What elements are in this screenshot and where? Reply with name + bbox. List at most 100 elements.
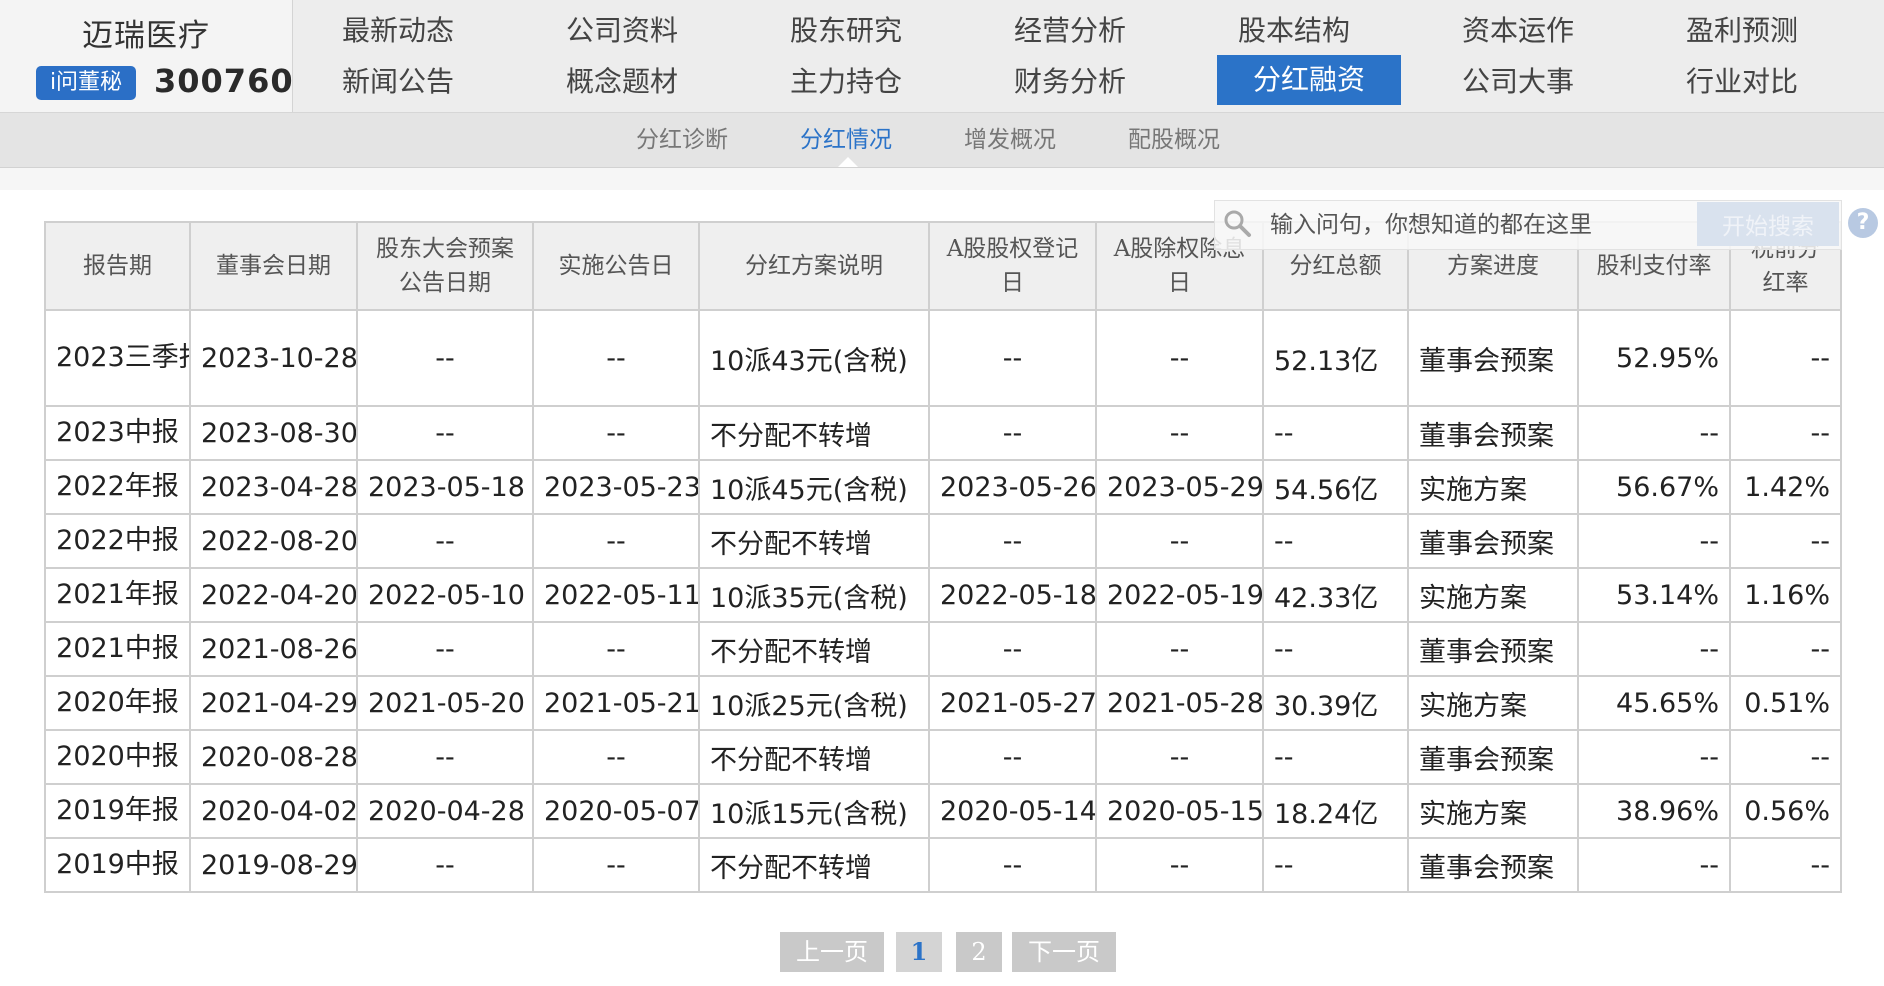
cell-payout-ratio: 53.14% (1577, 567, 1731, 623)
cell-payout-ratio: -- (1577, 405, 1731, 461)
cell-agm-date: 2022-05-10 (356, 567, 534, 623)
cell-plan-progress: 董事会预案 (1407, 621, 1579, 677)
cell-ex-dividend-date: 2022-05-19 (1095, 567, 1264, 623)
search-icon[interactable] (1222, 208, 1252, 238)
table-row: 2021中报 2021-08-26 -- -- 不分配不转增 -- -- -- 董事会预案 -- -… (44, 621, 1842, 677)
nav-item-financial-analysis[interactable]: 财务分析 (975, 57, 1165, 107)
cell-agm-date: 2020-04-28 (356, 783, 534, 839)
cell-plan-progress: 实施方案 (1407, 783, 1579, 839)
top-header: 迈瑞医疗 i问董秘 300760 最新动态 公司资料 股东研究 经营分析 股本结… (0, 0, 1884, 113)
nav-item-share-structure[interactable]: 股本结构 (1199, 6, 1389, 56)
sub-nav: 分红诊断 分红情况 增发概况 配股概况 (0, 113, 1884, 168)
cell-agm-date: -- (356, 837, 534, 893)
cell-total-dividend: 42.33亿 (1262, 567, 1409, 623)
cell-pretax-yield: -- (1729, 405, 1842, 461)
cell-implementation-date: 2021-05-21 (532, 675, 700, 731)
col-header-agm-date: 股东大会预案公告日期 (356, 221, 534, 311)
help-icon[interactable]: ? (1848, 208, 1878, 238)
cell-board-date: 2023-10-28 (189, 309, 358, 407)
cell-payout-ratio: -- (1577, 621, 1731, 677)
col-header-board-date: 董事会日期 (189, 221, 358, 311)
nav-item-main-holdings[interactable]: 主力持仓 (751, 57, 941, 107)
company-name[interactable]: 迈瑞医疗 (0, 10, 292, 55)
cell-dividend-plan: 10派35元(含税) (698, 567, 930, 623)
cell-plan-progress: 实施方案 (1407, 567, 1579, 623)
cell-report-period: 2023中报 (44, 405, 191, 461)
nav-item-concepts[interactable]: 概念题材 (527, 57, 717, 107)
cell-record-date: -- (928, 405, 1097, 461)
cell-agm-date: -- (356, 309, 534, 407)
cell-report-period: 2021年报 (44, 567, 191, 623)
table-row: 2022年报 2023-04-28 2023-05-18 2023-05-23 10派4… (44, 459, 1842, 515)
cell-total-dividend: -- (1262, 405, 1409, 461)
cell-record-date: -- (928, 729, 1097, 785)
table-row: 2022中报 2022-08-20 -- -- 不分配不转增 -- -- -- 董事会预案 -- -… (44, 513, 1842, 569)
cell-ex-dividend-date: -- (1095, 405, 1264, 461)
cell-ex-dividend-date: 2020-05-15 (1095, 783, 1264, 839)
cell-payout-ratio: 56.67% (1577, 459, 1731, 515)
search-button[interactable]: 开始搜索 (1697, 202, 1839, 246)
cell-record-date: -- (928, 309, 1097, 407)
cell-ex-dividend-date: -- (1095, 513, 1264, 569)
cell-record-date: -- (928, 621, 1097, 677)
cell-board-date: 2021-04-29 (189, 675, 358, 731)
cell-record-date: 2023-05-26 (928, 459, 1097, 515)
nav-item-capital-operation[interactable]: 资本运作 (1423, 6, 1613, 56)
page-1-button[interactable]: 1 (896, 932, 942, 972)
page-2-button[interactable]: 2 (956, 932, 1002, 972)
cell-total-dividend: 54.56亿 (1262, 459, 1409, 515)
cell-report-period: 2022年报 (44, 459, 191, 515)
cell-total-dividend: -- (1262, 729, 1409, 785)
table-row: 2020年报 2021-04-29 2021-05-20 2021-05-21 10派2… (44, 675, 1842, 731)
table-row: 2020中报 2020-08-28 -- -- 不分配不转增 -- -- -- 董事会预案 -- -… (44, 729, 1842, 785)
nav-item-profit-forecast[interactable]: 盈利预测 (1647, 6, 1837, 56)
cell-pretax-yield: 0.51% (1729, 675, 1842, 731)
next-page-button[interactable]: 下一页 (1012, 932, 1116, 972)
cell-pretax-yield: 1.16% (1729, 567, 1842, 623)
nav-item-dividend-financing[interactable]: 分红融资 (1217, 55, 1401, 105)
nav-item-operation-analysis[interactable]: 经营分析 (975, 6, 1165, 56)
cell-report-period: 2021中报 (44, 621, 191, 677)
cell-total-dividend: -- (1262, 513, 1409, 569)
cell-board-date: 2022-08-20 (189, 513, 358, 569)
cell-implementation-date: -- (532, 405, 700, 461)
nav-item-company-events[interactable]: 公司大事 (1423, 57, 1613, 107)
cell-implementation-date: -- (532, 309, 700, 407)
tab-additional-issuance[interactable]: 增发概况 (964, 113, 1056, 167)
cell-total-dividend: -- (1262, 837, 1409, 893)
cell-ex-dividend-date: 2021-05-28 (1095, 675, 1264, 731)
cell-dividend-plan: 10派43元(含税) (698, 309, 930, 407)
cell-board-date: 2020-08-28 (189, 729, 358, 785)
cell-plan-progress: 董事会预案 (1407, 513, 1579, 569)
cell-ex-dividend-date: 2023-05-29 (1095, 459, 1264, 515)
cell-total-dividend: 18.24亿 (1262, 783, 1409, 839)
cell-record-date: 2021-05-27 (928, 675, 1097, 731)
nav-item-shareholder-research[interactable]: 股东研究 (751, 6, 941, 56)
cell-report-period: 2019年报 (44, 783, 191, 839)
col-header-record-date: A股股权登记日 (928, 221, 1097, 311)
nav-item-company-profile[interactable]: 公司资料 (527, 6, 717, 56)
divider-stripe (0, 168, 1884, 190)
cell-ex-dividend-date: -- (1095, 837, 1264, 893)
cell-payout-ratio: 38.96% (1577, 783, 1731, 839)
cell-plan-progress: 董事会预案 (1407, 837, 1579, 893)
cell-agm-date: -- (356, 729, 534, 785)
cell-implementation-date: 2023-05-23 (532, 459, 700, 515)
cell-total-dividend: 30.39亿 (1262, 675, 1409, 731)
ask-secretary-badge[interactable]: i问董秘 (36, 66, 136, 100)
nav-item-announcements[interactable]: 新闻公告 (303, 57, 493, 107)
active-tab-pointer (838, 157, 858, 167)
cell-pretax-yield: -- (1729, 309, 1842, 407)
search-input[interactable] (1268, 204, 1692, 246)
cell-plan-progress: 实施方案 (1407, 459, 1579, 515)
cell-agm-date: 2023-05-18 (356, 459, 534, 515)
cell-board-date: 2021-08-26 (189, 621, 358, 677)
cell-payout-ratio: -- (1577, 837, 1731, 893)
tab-rights-issue[interactable]: 配股概况 (1128, 113, 1220, 167)
tab-dividend-diagnosis[interactable]: 分红诊断 (636, 113, 728, 167)
cell-dividend-plan: 不分配不转增 (698, 405, 930, 461)
nav-item-industry-comparison[interactable]: 行业对比 (1647, 57, 1837, 107)
cell-report-period: 2022中报 (44, 513, 191, 569)
prev-page-button[interactable]: 上一页 (780, 932, 884, 972)
nav-item-latest-news[interactable]: 最新动态 (303, 6, 493, 56)
